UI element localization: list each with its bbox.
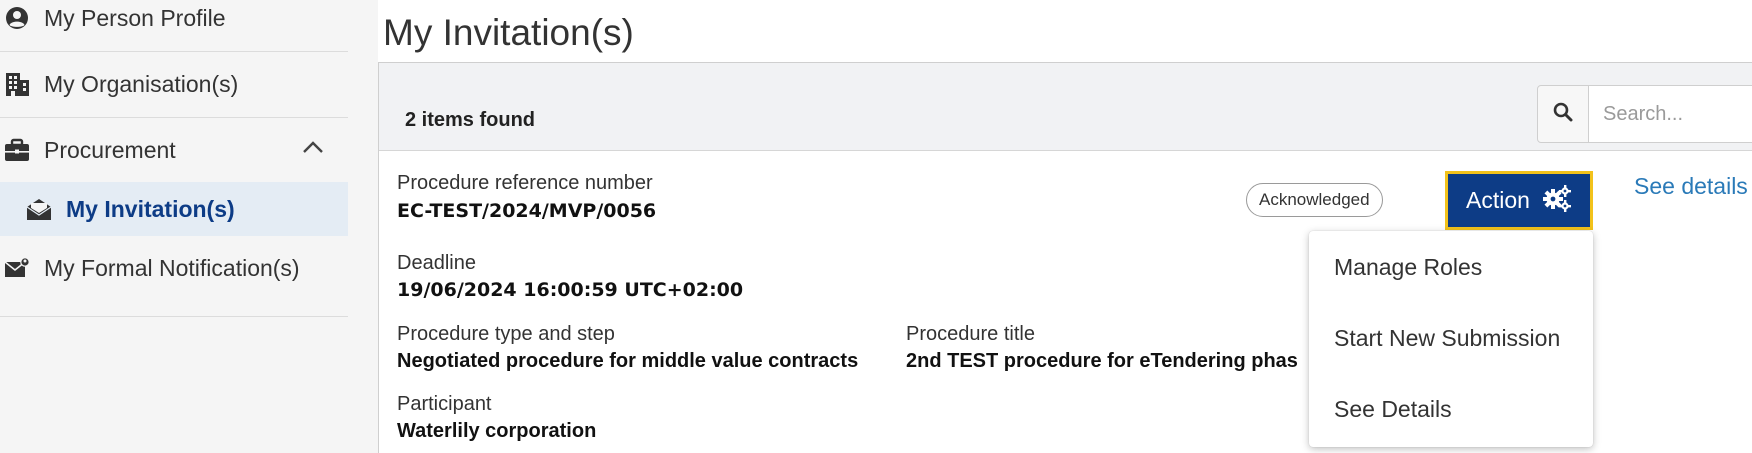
action-button-label: Action (1466, 187, 1530, 213)
items-found-count: 2 items found (405, 109, 536, 131)
procedure-type-label: Procedure type and step (397, 323, 615, 345)
search-icon (1553, 102, 1573, 127)
envelope-open-icon (26, 196, 52, 222)
sidebar-item-label: My Person Profile (44, 4, 226, 31)
search-button[interactable] (1537, 85, 1589, 143)
deadline-value: 19/06/2024 16:00:59 UTC+02:00 (397, 279, 744, 301)
main-gutter (348, 0, 378, 453)
sidebar-item-person-profile[interactable]: My Person Profile (0, 0, 348, 50)
procedure-type-value: Negotiated procedure for middle value co… (397, 350, 859, 372)
sidebar-item-invitations[interactable]: My Invitation(s) (0, 182, 348, 236)
briefcase-icon (4, 137, 30, 163)
sidebar-item-label: Procurement (44, 136, 176, 163)
chevron-up-icon[interactable] (302, 140, 324, 159)
action-button[interactable]: Action (1445, 171, 1593, 230)
divider (0, 316, 348, 317)
person-circle-icon (4, 5, 30, 31)
envelope-person-icon (4, 255, 30, 281)
participant-label: Participant (397, 393, 492, 415)
menu-item-manage-roles[interactable]: Manage Roles (1334, 254, 1482, 281)
sidebar-item-procurement[interactable]: Procurement (0, 118, 348, 182)
sidebar-item-organisations[interactable]: My Organisation(s) (0, 52, 348, 116)
procedure-title-label: Procedure title (906, 323, 1035, 345)
procedure-ref-label: Procedure reference number (397, 172, 653, 194)
procedure-ref-value: EC-TEST/2024/MVP/0056 (397, 200, 657, 222)
sidebar: My Person Profile My Organisation(s) Pro… (0, 0, 348, 453)
procedure-title-value: 2nd TEST procedure for eTendering phas (906, 350, 1298, 372)
see-details-link[interactable]: See details (1634, 173, 1748, 200)
sidebar-item-label: My Invitation(s) (66, 195, 235, 222)
deadline-label: Deadline (397, 252, 476, 274)
sidebar-item-formal-notifications[interactable]: My Formal Notification(s) (0, 236, 348, 300)
menu-item-see-details[interactable]: See Details (1334, 396, 1452, 423)
page-title: My Invitation(s) (383, 12, 634, 53)
gears-icon (1542, 184, 1572, 218)
sidebar-item-label: My Formal Notification(s) (44, 254, 300, 281)
search-input[interactable] (1588, 85, 1752, 143)
building-icon (4, 71, 30, 97)
menu-item-start-new-submission[interactable]: Start New Submission (1334, 325, 1560, 352)
sidebar-item-label: My Organisation(s) (44, 70, 239, 97)
list-header: 2 items found (379, 63, 1752, 151)
action-dropdown-menu: Manage Roles Start New Submission See De… (1309, 231, 1593, 447)
status-badge: Acknowledged (1246, 183, 1383, 217)
participant-value: Waterlily corporation (397, 420, 597, 442)
